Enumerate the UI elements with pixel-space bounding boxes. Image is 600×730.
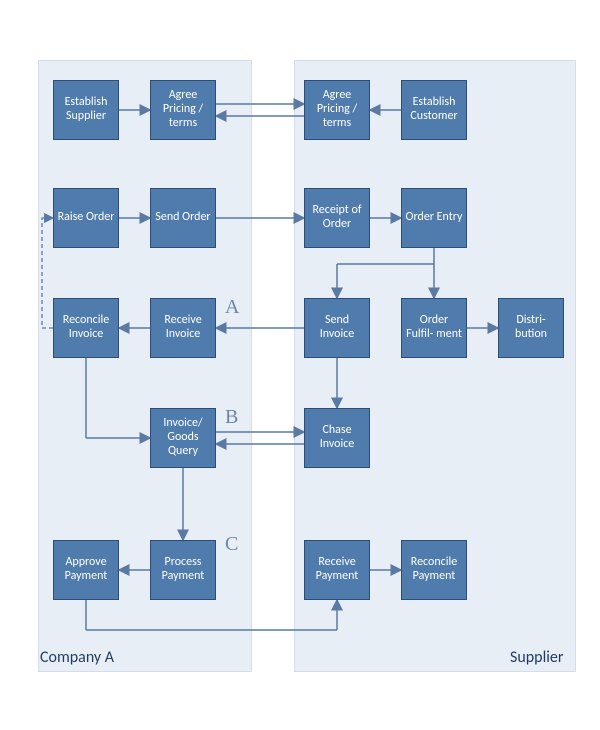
node-receipt-of-order: Receipt of Order [304,188,370,248]
label: Send Invoice [308,314,366,342]
label: Establish Supplier [57,96,115,124]
label: Process Payment [154,556,212,584]
lane-label-company-a: Company A [40,648,114,667]
node-reconcile-payment: Reconcile Payment [401,540,467,600]
node-establish-customer: Establish Customer [401,80,467,140]
node-chase-invoice: Chase Invoice [304,408,370,468]
node-raise-order: Raise Order [53,188,119,248]
node-agree-terms-left: Agree Pricing / terms [150,80,216,140]
label: Receive Payment [308,556,366,584]
label: Chase Invoice [308,424,366,452]
label: Raise Order [58,211,115,225]
label: Agree Pricing / terms [154,89,212,130]
node-reconcile-invoice: Reconcile Invoice [53,298,119,358]
node-order-entry: Order Entry [401,188,467,248]
node-receive-payment: Receive Payment [304,540,370,600]
label: Agree Pricing / terms [308,89,366,130]
label: Receive Invoice [154,314,212,342]
node-invoice-goods-query: Invoice/ Goods Query [150,408,216,468]
label: Approve Payment [57,556,115,584]
badge-a: A [225,296,239,319]
node-agree-terms-right: Agree Pricing / terms [304,80,370,140]
node-establish-supplier: Establish Supplier [53,80,119,140]
badge-b: B [225,406,238,429]
lane-label-supplier: Supplier [510,648,563,667]
node-process-payment: Process Payment [150,540,216,600]
label: Reconcile Invoice [57,314,115,342]
node-send-order: Send Order [150,188,216,248]
label: Send Order [155,211,210,225]
node-send-invoice: Send Invoice [304,298,370,358]
label: Invoice/ Goods Query [154,417,212,458]
node-approve-payment: Approve Payment [53,540,119,600]
node-receive-invoice: Receive Invoice [150,298,216,358]
label: Receipt of Order [308,204,366,232]
label: Establish Customer [405,96,463,124]
label: Order Fulfil- ment [405,314,463,342]
node-order-fulfilment: Order Fulfil- ment [401,298,467,358]
label: Distri- bution [502,314,560,342]
label: Order Entry [406,211,463,225]
label: Reconcile Payment [405,556,463,584]
node-distribution: Distri- bution [498,298,564,358]
badge-c: C [225,533,238,556]
